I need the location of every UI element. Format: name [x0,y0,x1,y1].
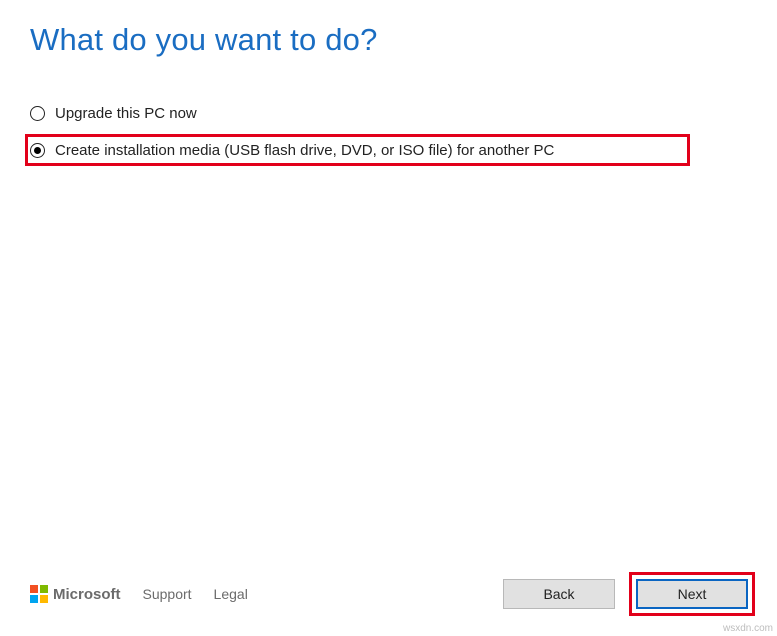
back-button[interactable]: Back [503,579,615,609]
radio-option-create-media[interactable]: Create installation media (USB flash dri… [25,134,690,166]
radio-option-upgrade[interactable]: Upgrade this PC now [30,98,777,128]
radio-label: Create installation media (USB flash dri… [55,142,554,159]
watermark: wsxdn.com [723,623,773,634]
next-button[interactable]: Next [636,579,748,609]
radio-button-icon[interactable] [30,106,45,121]
legal-link[interactable]: Legal [214,586,248,602]
footer-right: Back Next [503,572,755,616]
support-link[interactable]: Support [143,586,192,602]
footer: Microsoft Support Legal Back Next [0,572,777,616]
radio-label: Upgrade this PC now [55,105,197,122]
microsoft-logo: Microsoft [30,585,121,603]
microsoft-logo-icon [30,585,48,603]
radio-button-icon[interactable] [30,143,45,158]
microsoft-brand-text: Microsoft [53,586,121,603]
next-button-highlight: Next [629,572,755,616]
footer-left: Microsoft Support Legal [30,585,248,603]
page-title: What do you want to do? [0,0,777,58]
options-group: Upgrade this PC now Create installation … [0,58,777,166]
